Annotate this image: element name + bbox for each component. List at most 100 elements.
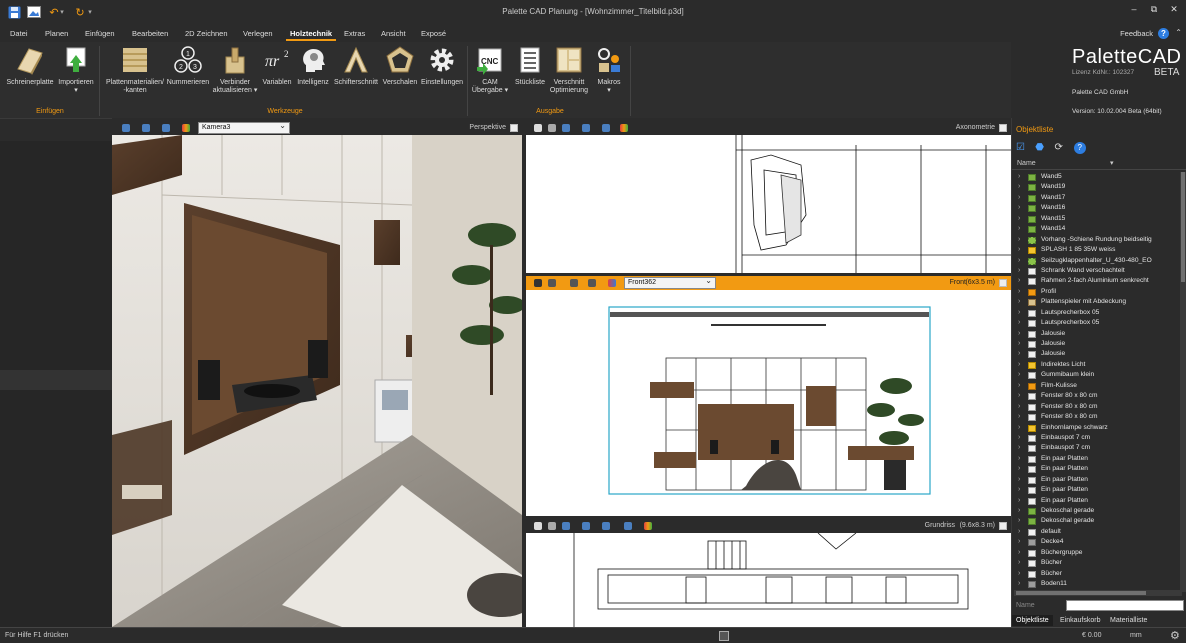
name-column-header[interactable]: Name bbox=[1017, 160, 1036, 167]
tab-materialliste[interactable]: Materialliste bbox=[1106, 615, 1151, 626]
expand-chevron-icon[interactable]: › bbox=[1018, 276, 1020, 286]
expand-chevron-icon[interactable]: › bbox=[1018, 412, 1020, 422]
tree-item[interactable]: › Schrank Wand verschachtelt bbox=[1012, 266, 1181, 276]
tree-item[interactable]: › Jalousie bbox=[1012, 329, 1181, 339]
schifterschnitt-button[interactable]: Schifterschnitt bbox=[331, 45, 381, 105]
tree-item[interactable]: › Wand14 bbox=[1012, 224, 1181, 234]
layer-icon[interactable] bbox=[602, 522, 610, 530]
expand-chevron-icon[interactable]: › bbox=[1018, 475, 1020, 485]
tree-item[interactable]: › Dekoschal gerade bbox=[1012, 516, 1181, 526]
tree-item[interactable]: › Profil bbox=[1012, 287, 1181, 297]
expand-chevron-icon[interactable]: › bbox=[1018, 266, 1020, 276]
tree-item[interactable]: › Ein paar Platten bbox=[1012, 454, 1181, 464]
maximize-viewport-toggle[interactable] bbox=[999, 124, 1007, 132]
zoom-icon[interactable] bbox=[534, 279, 542, 287]
display-mode-icon[interactable] bbox=[162, 124, 170, 132]
schreinerplatte-button[interactable]: Schreinerplatte bbox=[5, 45, 55, 105]
expand-chevron-icon[interactable]: › bbox=[1018, 443, 1020, 453]
viewport-ground[interactable]: Grundriss (9.6x8.3 m) bbox=[526, 519, 1011, 627]
expand-chevron-icon[interactable]: › bbox=[1018, 558, 1020, 568]
intelligenz-button[interactable]: Intelligenz bbox=[295, 45, 331, 105]
expand-chevron-icon[interactable]: › bbox=[1018, 308, 1020, 318]
expand-chevron-icon[interactable]: › bbox=[1018, 370, 1020, 380]
expand-chevron-icon[interactable]: › bbox=[1018, 569, 1020, 579]
expand-chevron-icon[interactable]: › bbox=[1018, 527, 1020, 537]
viewport-axonometric[interactable]: Axonometrie bbox=[526, 121, 1011, 273]
material-icon[interactable] bbox=[620, 124, 628, 132]
tree-item[interactable]: › Rahmen 2-fach Aluminium senkrecht bbox=[1012, 276, 1181, 286]
expand-chevron-icon[interactable]: › bbox=[1018, 329, 1020, 339]
object-list-scrollbar[interactable] bbox=[1180, 172, 1186, 592]
viewport-perspective[interactable]: Kamera3 Perspektive bbox=[112, 121, 522, 627]
tree-item[interactable]: › Büchergruppe bbox=[1012, 548, 1181, 558]
tree-item[interactable]: › Einhornlampe schwarz bbox=[1012, 423, 1181, 433]
expand-chevron-icon[interactable]: › bbox=[1018, 193, 1020, 203]
material-icon[interactable] bbox=[182, 124, 190, 132]
zoom-icon[interactable] bbox=[534, 522, 542, 530]
tree-item[interactable]: › Bücher bbox=[1012, 558, 1181, 568]
maximize-button[interactable]: ⧉ bbox=[1145, 4, 1163, 18]
help-icon[interactable]: ? bbox=[1073, 142, 1086, 154]
expand-chevron-icon[interactable]: › bbox=[1018, 381, 1020, 391]
name-field[interactable] bbox=[1066, 600, 1184, 611]
plattenmaterialien-button[interactable]: Plattenmaterialien/ -kanten bbox=[104, 45, 166, 105]
expand-chevron-icon[interactable]: › bbox=[1018, 172, 1020, 182]
expand-chevron-icon[interactable]: › bbox=[1018, 402, 1020, 412]
stueckliste-button[interactable]: Stückliste bbox=[510, 45, 550, 105]
expand-chevron-icon[interactable]: › bbox=[1018, 203, 1020, 213]
object-list-hscrollbar[interactable] bbox=[1014, 590, 1182, 596]
zoom-window-icon[interactable] bbox=[548, 124, 556, 132]
display-mode-icon[interactable] bbox=[582, 124, 590, 132]
tree-item[interactable]: › Fenster 80 x 80 cm bbox=[1012, 412, 1181, 422]
tree-item[interactable]: › Lautsprecherbox 05 bbox=[1012, 308, 1181, 318]
expand-chevron-icon[interactable]: › bbox=[1018, 182, 1020, 192]
tree-item[interactable]: › Seilzugklappenhalter_U_430-480_EO bbox=[1012, 256, 1181, 266]
maximize-viewport-toggle[interactable] bbox=[999, 522, 1007, 530]
expand-chevron-icon[interactable]: › bbox=[1018, 548, 1020, 558]
tab-extras[interactable]: Extras bbox=[340, 27, 369, 41]
expand-chevron-icon[interactable]: › bbox=[1018, 287, 1020, 297]
tree-item[interactable]: › Wand19 bbox=[1012, 182, 1181, 192]
maximize-viewport-toggle[interactable] bbox=[999, 279, 1007, 287]
camera-icon[interactable] bbox=[624, 522, 632, 530]
expand-chevron-icon[interactable]: › bbox=[1018, 224, 1020, 234]
expand-chevron-icon[interactable]: › bbox=[1018, 454, 1020, 464]
view-icon[interactable] bbox=[570, 279, 578, 287]
tree-item[interactable]: › Wand15 bbox=[1012, 214, 1181, 224]
tree-item[interactable]: › Einbauspot 7 cm bbox=[1012, 433, 1181, 443]
tree-item[interactable]: › SPLASH 1 85 35W weiss bbox=[1012, 245, 1181, 255]
material-icon[interactable] bbox=[608, 279, 616, 287]
expand-chevron-icon[interactable]: › bbox=[1018, 433, 1020, 443]
tree-item[interactable]: › Decke4 bbox=[1012, 537, 1181, 547]
nummerieren-button[interactable]: 123 Nummerieren bbox=[166, 45, 210, 105]
tree-item[interactable]: › Dekoschal gerade bbox=[1012, 506, 1181, 516]
verschnitt-button[interactable]: Verschnitt Optimierung bbox=[548, 45, 590, 105]
tag-icon[interactable]: ⬣ bbox=[1035, 142, 1047, 154]
tree-item[interactable]: › Film-Kulisse bbox=[1012, 381, 1181, 391]
object-list-header[interactable]: Name ▾ bbox=[1012, 159, 1186, 170]
cam-button[interactable]: CNC CAM Übergabe ▾ bbox=[470, 45, 510, 105]
tab-ansicht[interactable]: Ansicht bbox=[377, 27, 410, 41]
verschalen-button[interactable]: Verschalen bbox=[381, 45, 419, 105]
zoom-icon[interactable] bbox=[534, 124, 542, 132]
tree-item[interactable]: › Indirektes Licht bbox=[1012, 360, 1181, 370]
expand-chevron-icon[interactable]: › bbox=[1018, 579, 1020, 589]
tree-item[interactable]: › Ein paar Platten bbox=[1012, 475, 1181, 485]
expand-chevron-icon[interactable]: › bbox=[1018, 423, 1020, 433]
tree-item[interactable]: › Wand17 bbox=[1012, 193, 1181, 203]
tab-holztechnik[interactable]: Holztechnik bbox=[286, 27, 337, 41]
zoom-window-icon[interactable] bbox=[548, 522, 556, 530]
tree-item[interactable]: › Jalousie bbox=[1012, 349, 1181, 359]
close-button[interactable]: ✕ bbox=[1165, 4, 1183, 18]
scrollbar-thumb[interactable] bbox=[1016, 591, 1146, 595]
status-unit[interactable]: mm bbox=[1130, 632, 1142, 639]
tree-item[interactable]: › Wand16 bbox=[1012, 203, 1181, 213]
scrollbar-thumb[interactable] bbox=[1181, 172, 1185, 282]
tab-2d-zeichnen[interactable]: 2D Zeichnen bbox=[181, 27, 232, 41]
tree-item[interactable]: › Plattenspieler mit Abdeckung bbox=[1012, 297, 1181, 307]
camera-select[interactable]: Front362 bbox=[624, 276, 716, 289]
expand-chevron-icon[interactable]: › bbox=[1018, 391, 1020, 401]
viewport-front[interactable]: Front362 Front (6x3.5 m) bbox=[526, 276, 1011, 516]
select-filter-icon[interactable]: ☑ bbox=[1016, 142, 1028, 154]
sort-icon[interactable]: ▾ bbox=[1110, 159, 1114, 167]
